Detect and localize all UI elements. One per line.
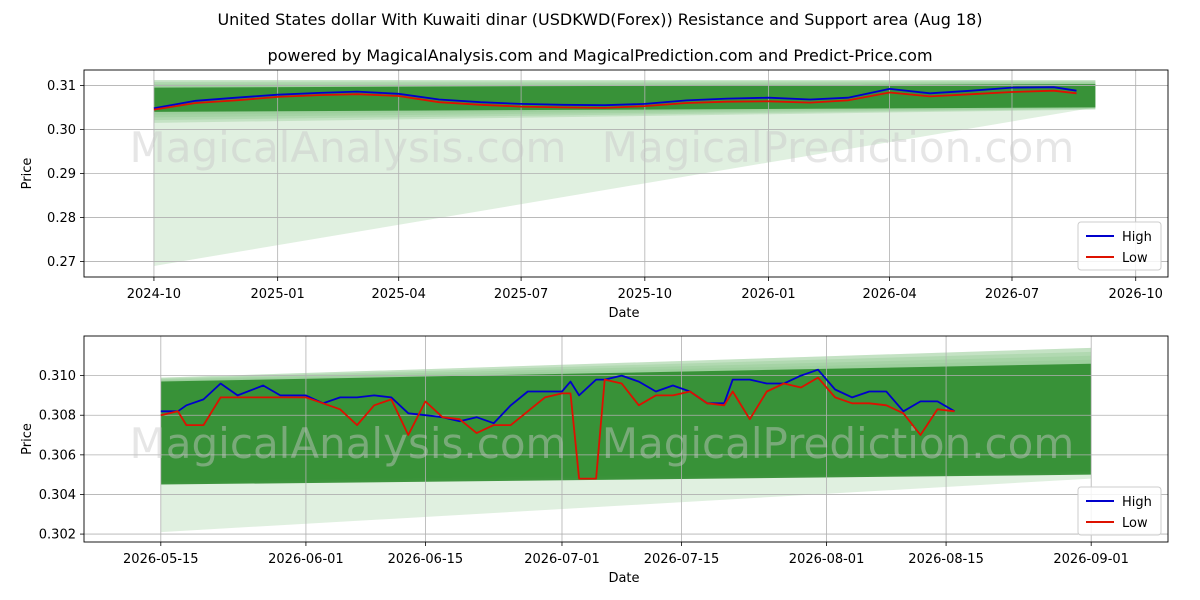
y-tick-label: 0.310 bbox=[39, 369, 76, 384]
y-tick-label: 0.304 bbox=[39, 488, 76, 503]
legend-label-high: High bbox=[1122, 230, 1152, 245]
x-tick-label: 2025-01 bbox=[251, 287, 305, 302]
x-tick-label: 2026-09-01 bbox=[1053, 552, 1129, 567]
x-tick-label: 2026-06-15 bbox=[388, 552, 464, 567]
y-axis-label: Price bbox=[20, 423, 35, 455]
charts-canvas: 2024-10 2025-01 2025-04 2025-07 2025-10 2026-… bbox=[20, 69, 1169, 586]
x-tick-label: 2025-10 bbox=[618, 287, 672, 302]
x-tick-label: 2026-10 bbox=[1109, 287, 1163, 302]
x-axis-label: Date bbox=[608, 306, 639, 321]
support-resistance-bands bbox=[153, 80, 1096, 266]
legend-label-low: Low bbox=[1122, 251, 1148, 266]
x-tick-label: 2025-04 bbox=[372, 287, 426, 302]
legend-label-high: High bbox=[1122, 495, 1152, 510]
y-tick-label: 0.31 bbox=[47, 79, 76, 94]
x-tick-label: 2026-08-01 bbox=[789, 552, 865, 567]
x-axis-label: Date bbox=[608, 571, 639, 586]
chart-2: 2026-05-15 2026-06-01 2026-06-15 2026-07-01… bbox=[20, 335, 1169, 586]
x-tick-label: 2026-01 bbox=[741, 287, 795, 302]
watermark: MagicalPrediction.com bbox=[602, 123, 1075, 172]
y-tick-label: 0.302 bbox=[39, 528, 76, 543]
legend: High Low bbox=[1077, 486, 1162, 536]
y-axis-label: Price bbox=[20, 158, 35, 190]
x-tick-label: 2026-05-15 bbox=[123, 552, 199, 567]
x-tick-label: 2025-07 bbox=[494, 287, 548, 302]
x-tick-label: 2026-07 bbox=[985, 287, 1039, 302]
legend-label-low: Low bbox=[1122, 516, 1148, 531]
x-tick-label: 2024-10 bbox=[127, 287, 181, 302]
y-tick-label: 0.30 bbox=[47, 123, 76, 138]
x-tick-label: 2026-07-01 bbox=[524, 552, 600, 567]
watermark: MagicalAnalysis.com bbox=[130, 419, 567, 468]
x-tick-label: 2026-07-15 bbox=[644, 552, 720, 567]
y-tick-label: 0.29 bbox=[47, 167, 76, 182]
y-tick-label: 0.28 bbox=[47, 211, 76, 226]
watermark: MagicalAnalysis.com bbox=[130, 123, 567, 172]
y-tick-label: 0.306 bbox=[39, 448, 76, 463]
y-tick-label: 0.27 bbox=[47, 255, 76, 270]
x-tick-label: 2026-04 bbox=[862, 287, 916, 302]
x-tick-label: 2026-06-01 bbox=[268, 552, 344, 567]
legend: High Low bbox=[1077, 221, 1162, 271]
chart-1: 2024-10 2025-01 2025-04 2025-07 2025-10 2026-… bbox=[20, 69, 1169, 321]
watermark: MagicalPrediction.com bbox=[602, 419, 1075, 468]
y-tick-label: 0.308 bbox=[39, 409, 76, 424]
x-tick-label: 2026-08-15 bbox=[908, 552, 984, 567]
